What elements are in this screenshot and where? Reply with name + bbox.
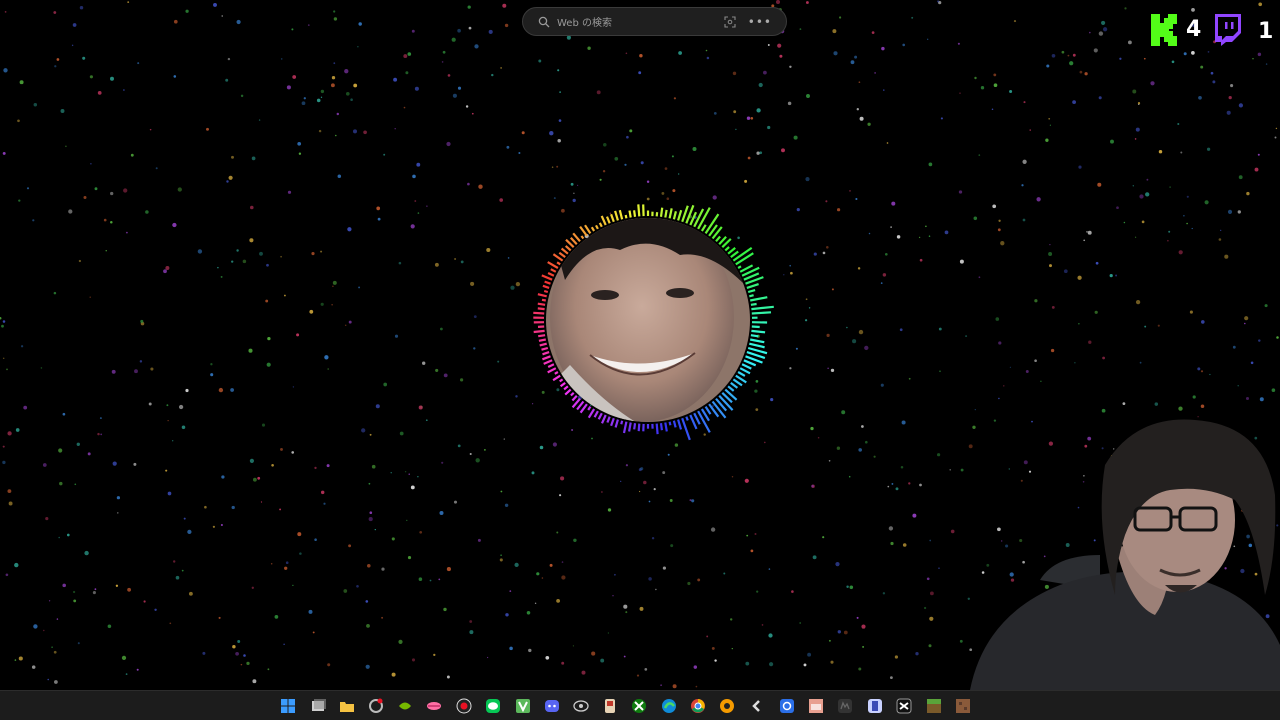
taskbar-app-1-icon[interactable] (367, 697, 385, 715)
taskbar-app-16-icon[interactable] (718, 697, 736, 715)
taskbar-nvidia-icon[interactable] (396, 697, 414, 715)
taskbar-app-19-icon[interactable] (807, 697, 825, 715)
twitch-logo-icon (1215, 14, 1241, 46)
taskbar-capcut-icon[interactable] (895, 697, 913, 715)
visual-search-icon[interactable] (722, 14, 738, 30)
taskbar-app-20-icon[interactable] (836, 697, 854, 715)
taskbar-task-view-icon[interactable] (309, 697, 327, 715)
taskbar-app-11-icon[interactable] (572, 697, 590, 715)
taskbar (0, 690, 1280, 720)
more-icon[interactable]: ••• (748, 15, 772, 29)
search-icon (537, 15, 551, 29)
taskbar-start-button-icon[interactable] (279, 697, 297, 715)
taskbar-app-v-icon[interactable] (514, 697, 532, 715)
taskbar-app-lips-icon[interactable] (425, 697, 443, 715)
taskbar-line-icon[interactable] (484, 697, 502, 715)
kick-logo-icon (1151, 14, 1177, 46)
kick-viewer-count: 4 (1186, 17, 1202, 42)
taskbar-minecraft-icon[interactable] (925, 697, 943, 715)
taskbar-xbox-icon[interactable] (630, 697, 648, 715)
taskbar-edge-icon[interactable] (660, 697, 678, 715)
audio-visualizer (533, 204, 774, 441)
taskbar-app-18-icon[interactable] (778, 697, 796, 715)
taskbar-app-12-icon[interactable] (601, 697, 619, 715)
taskbar-obs-icon[interactable] (455, 697, 473, 715)
twitch-viewer-count: 1 (1258, 19, 1274, 44)
taskbar-app-24-icon[interactable] (954, 697, 972, 715)
taskbar-file-explorer-icon[interactable] (338, 697, 356, 715)
search-placeholder[interactable]: Web の検索 (557, 14, 722, 29)
taskbar-chrome-icon[interactable] (689, 697, 707, 715)
streamer-webcam (970, 419, 1280, 690)
taskbar-discord-icon[interactable] (543, 697, 561, 715)
taskbar-app-17-icon[interactable] (748, 697, 766, 715)
web-search-bar[interactable]: Web の検索 ••• (522, 7, 787, 36)
taskbar-app-21-icon[interactable] (866, 697, 884, 715)
